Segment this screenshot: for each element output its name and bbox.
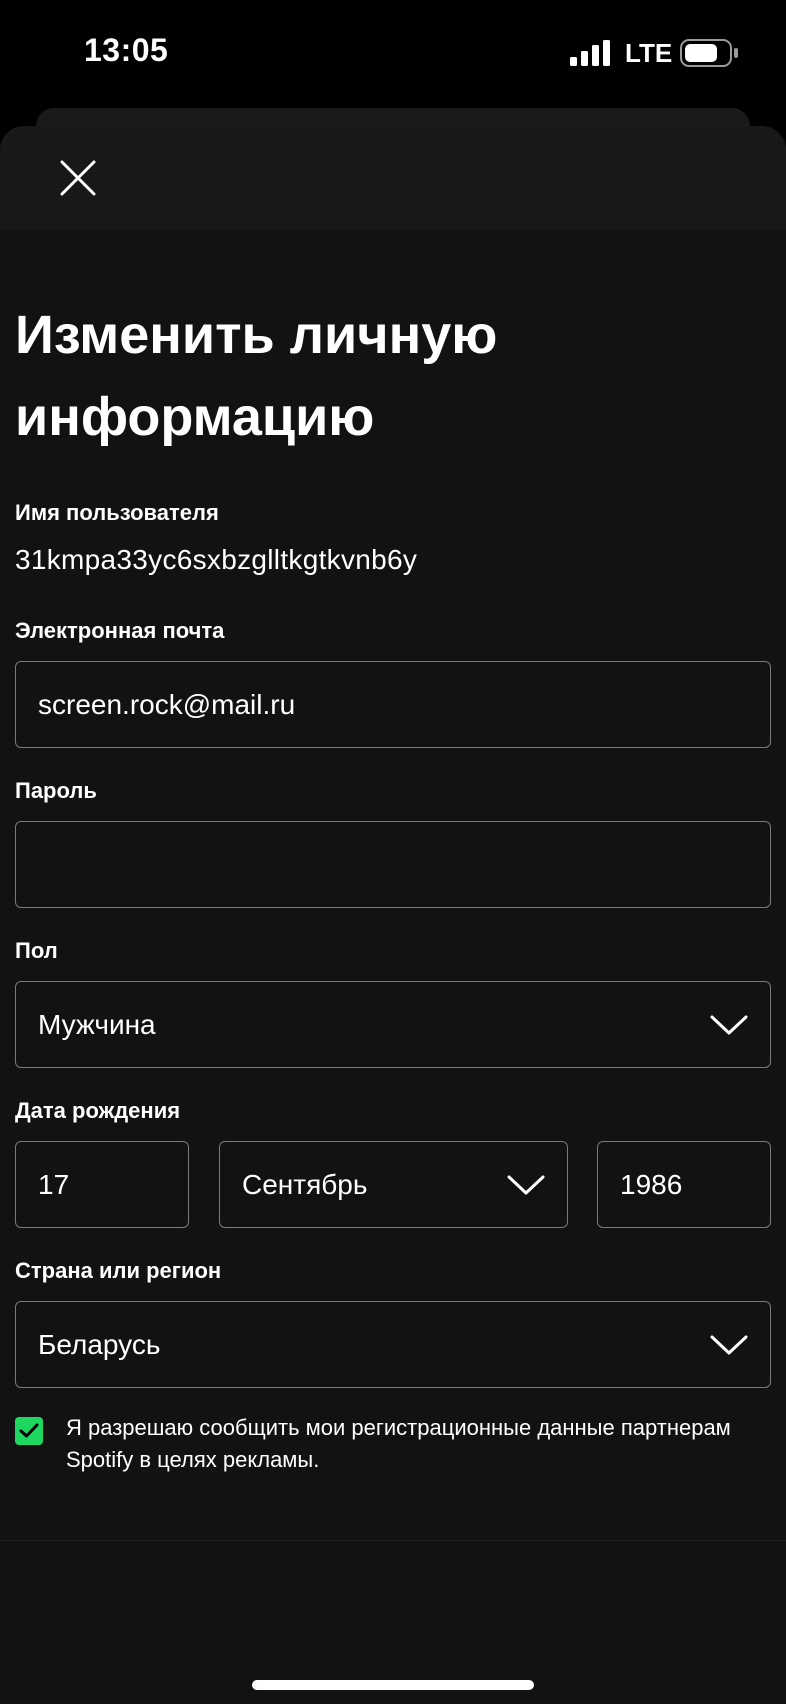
email-label: Электронная почта (15, 618, 225, 643)
username-value: 31kmpa33yc6sxbzglltkgtkvnb6y (15, 544, 418, 575)
email-field[interactable]: screen.rock@mail.ru (15, 661, 771, 748)
gender-label: Пол (15, 938, 58, 963)
checkmark-icon (19, 1423, 39, 1438)
close-button[interactable] (50, 150, 106, 206)
chevron-down-icon (710, 1015, 748, 1034)
chevron-down-icon (507, 1175, 545, 1194)
birth-year-field[interactable]: 1986 (597, 1141, 771, 1228)
battery-icon (680, 39, 738, 67)
divider (0, 1540, 786, 1541)
edit-profile-sheet: Изменить личную информацию Имя пользоват… (0, 126, 786, 1704)
close-icon (60, 160, 96, 196)
password-field[interactable] (15, 821, 771, 908)
status-bar: 13:05 LTE (0, 0, 786, 108)
password-label: Пароль (15, 778, 97, 803)
consent-checkbox[interactable] (15, 1417, 43, 1445)
page-title: Изменить личную информацию (15, 305, 498, 447)
home-indicator[interactable] (252, 1680, 534, 1690)
network-type: LTE (625, 38, 673, 68)
birth-month-select[interactable]: Сентябрь (219, 1141, 568, 1228)
status-time: 13:05 (84, 32, 169, 68)
gender-select-value: Мужчина (38, 1008, 156, 1040)
chevron-down-icon (710, 1335, 748, 1354)
country-select[interactable]: Беларусь (15, 1301, 771, 1388)
birth-year-value: 1986 (620, 1168, 683, 1200)
sheet-header (0, 126, 786, 230)
signal-icon (570, 40, 610, 66)
consent-text: Я разрешаю сообщить мои регистрационные … (66, 1415, 731, 1472)
birthdate-label: Дата рождения (15, 1098, 181, 1123)
country-label: Страна или регион (15, 1258, 222, 1283)
birth-day-field[interactable]: 17 (15, 1141, 189, 1228)
birth-day-value: 17 (38, 1168, 70, 1200)
username-label: Имя пользователя (15, 500, 219, 525)
birth-month-value: Сентябрь (242, 1168, 368, 1200)
gender-select[interactable]: Мужчина (15, 981, 771, 1068)
country-select-value: Беларусь (38, 1328, 161, 1360)
email-field-value: screen.rock@mail.ru (38, 688, 296, 720)
